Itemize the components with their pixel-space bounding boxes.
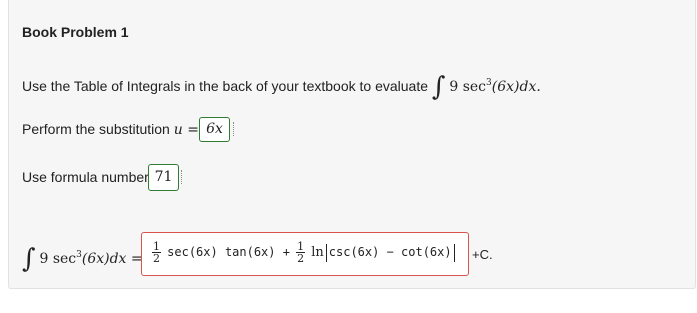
dot-separator xyxy=(181,170,183,184)
substitution-label: Perform the substitution xyxy=(22,121,170,137)
term-csc-cot: csc(6x) − cot(6x) xyxy=(328,245,452,259)
integrand: 9 sec3(6x)dx. xyxy=(449,78,541,95)
result-lhs: ∫ 9 sec3(6x)dx = xyxy=(22,244,143,274)
dot-separator xyxy=(233,122,235,136)
integral-sign-icon: ∫ xyxy=(431,72,446,102)
term-sec-tan: sec(6x) tan(6x) + xyxy=(167,245,290,259)
formula-label: Use formula number xyxy=(22,169,149,185)
instruction-text: Use the Table of Integrals in the back o… xyxy=(22,78,428,94)
problem-title: Book Problem 1 xyxy=(22,24,129,40)
fraction-one-half: 12 xyxy=(296,240,306,265)
substitution-line: Perform the substitution u = xyxy=(22,121,199,138)
abs-bar-right xyxy=(453,243,455,262)
sub-variable: u = xyxy=(173,122,199,138)
abs-bar-left xyxy=(325,243,327,262)
antiderivative-expression: 12 sec(6x) tan(6x) + 12 ln csc(6x) − cot(… xyxy=(150,241,457,264)
ln-label: ln xyxy=(311,245,324,260)
formula-answer-field[interactable]: 71 xyxy=(148,164,179,191)
formula-line: Use formula number xyxy=(22,169,149,185)
antiderivative-answer-field[interactable]: 12 sec(6x) tan(6x) + 12 ln csc(6x) − cot(… xyxy=(141,232,469,276)
integral-sign-icon: ∫ xyxy=(22,244,36,274)
plus-c-label: +C. xyxy=(472,247,493,262)
instruction-line: Use the Table of Integrals in the back o… xyxy=(22,68,541,102)
fraction-one-half: 12 xyxy=(152,240,161,265)
substitution-answer-field[interactable]: 6x xyxy=(199,117,230,142)
